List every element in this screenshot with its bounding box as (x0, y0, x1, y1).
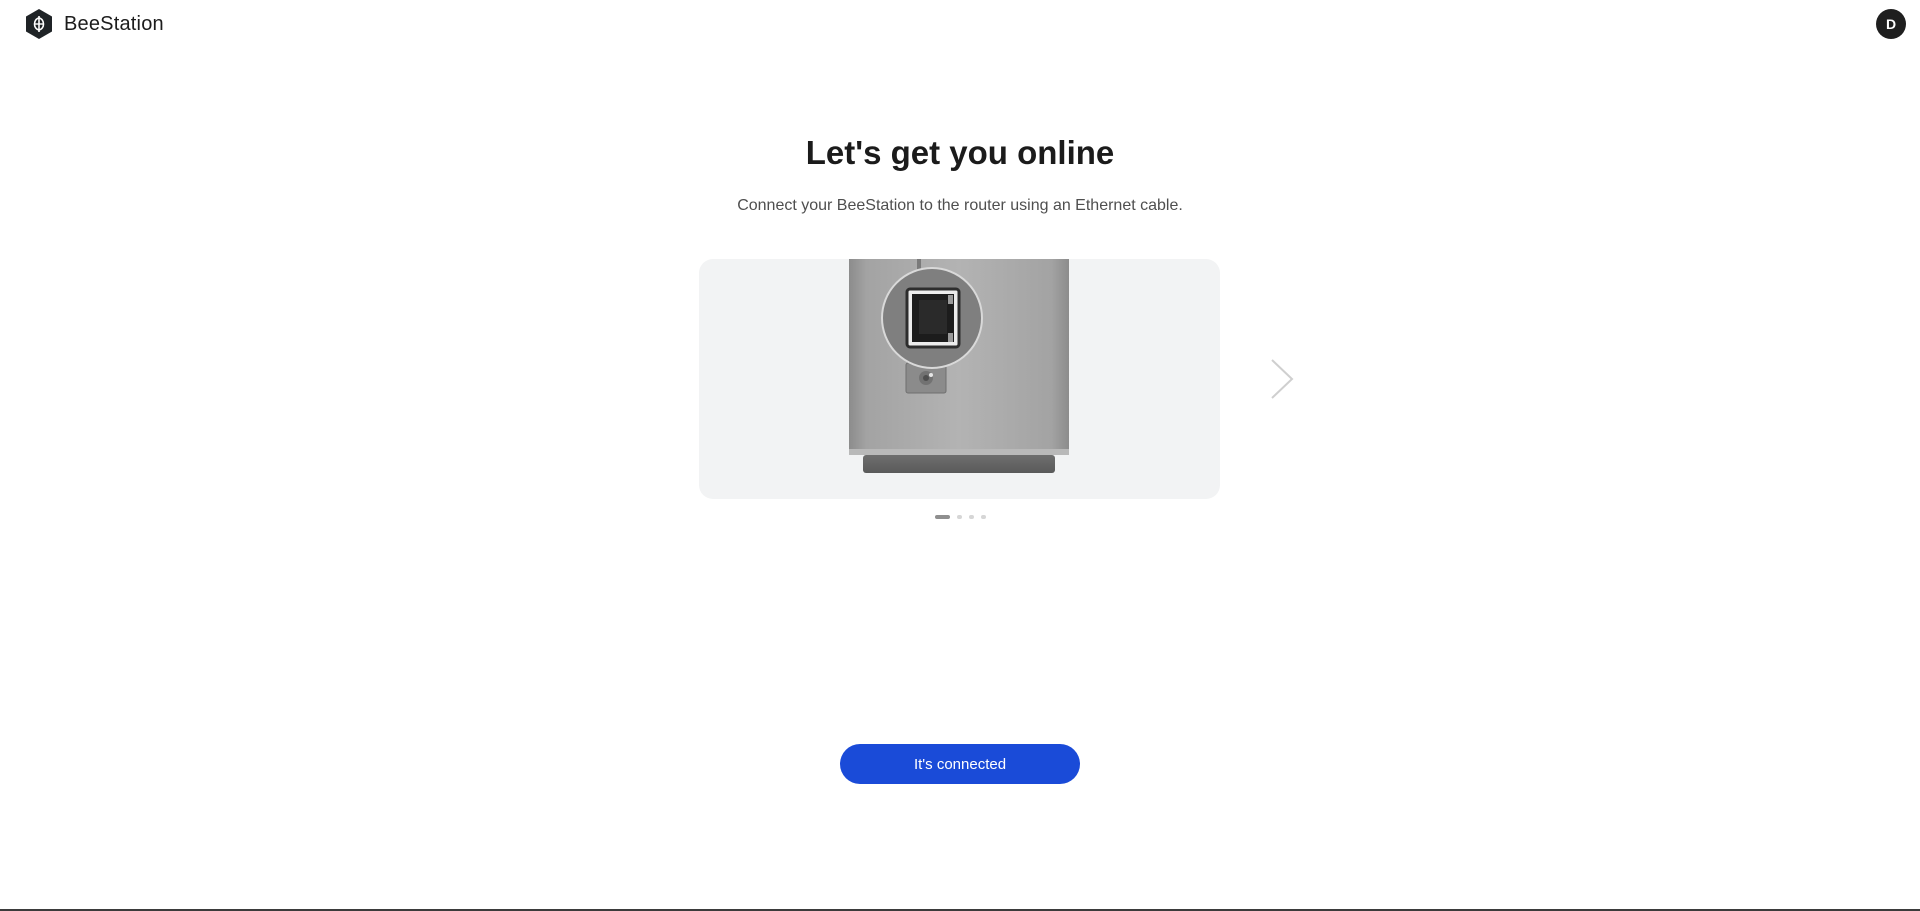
beestation-logo-icon (26, 9, 52, 39)
user-avatar[interactable]: D (1876, 9, 1906, 39)
carousel-pagination (0, 515, 1920, 519)
brand-name: BeeStation (64, 12, 164, 35)
page-title: Let's get you online (805, 134, 1115, 171)
carousel-dot-1[interactable] (934, 515, 950, 519)
page-subtitle: Connect your BeeStation to the router us… (737, 197, 1183, 214)
its-connected-button[interactable]: It's connected (840, 744, 1080, 784)
top-bar: BeeStation D (0, 0, 1920, 48)
chevron-right-icon[interactable] (1266, 356, 1296, 402)
setup-carousel (699, 259, 1220, 499)
carousel-dot-3[interactable] (968, 515, 974, 519)
brand-home-link[interactable]: BeeStation (24, 8, 164, 40)
carousel-dot-4[interactable] (980, 515, 986, 519)
carousel-dot-2[interactable] (956, 515, 962, 519)
setup-page: BeeStation D Let's get you online Connec… (0, 0, 1920, 911)
beestation-ethernet-port-illustration (849, 259, 1069, 473)
